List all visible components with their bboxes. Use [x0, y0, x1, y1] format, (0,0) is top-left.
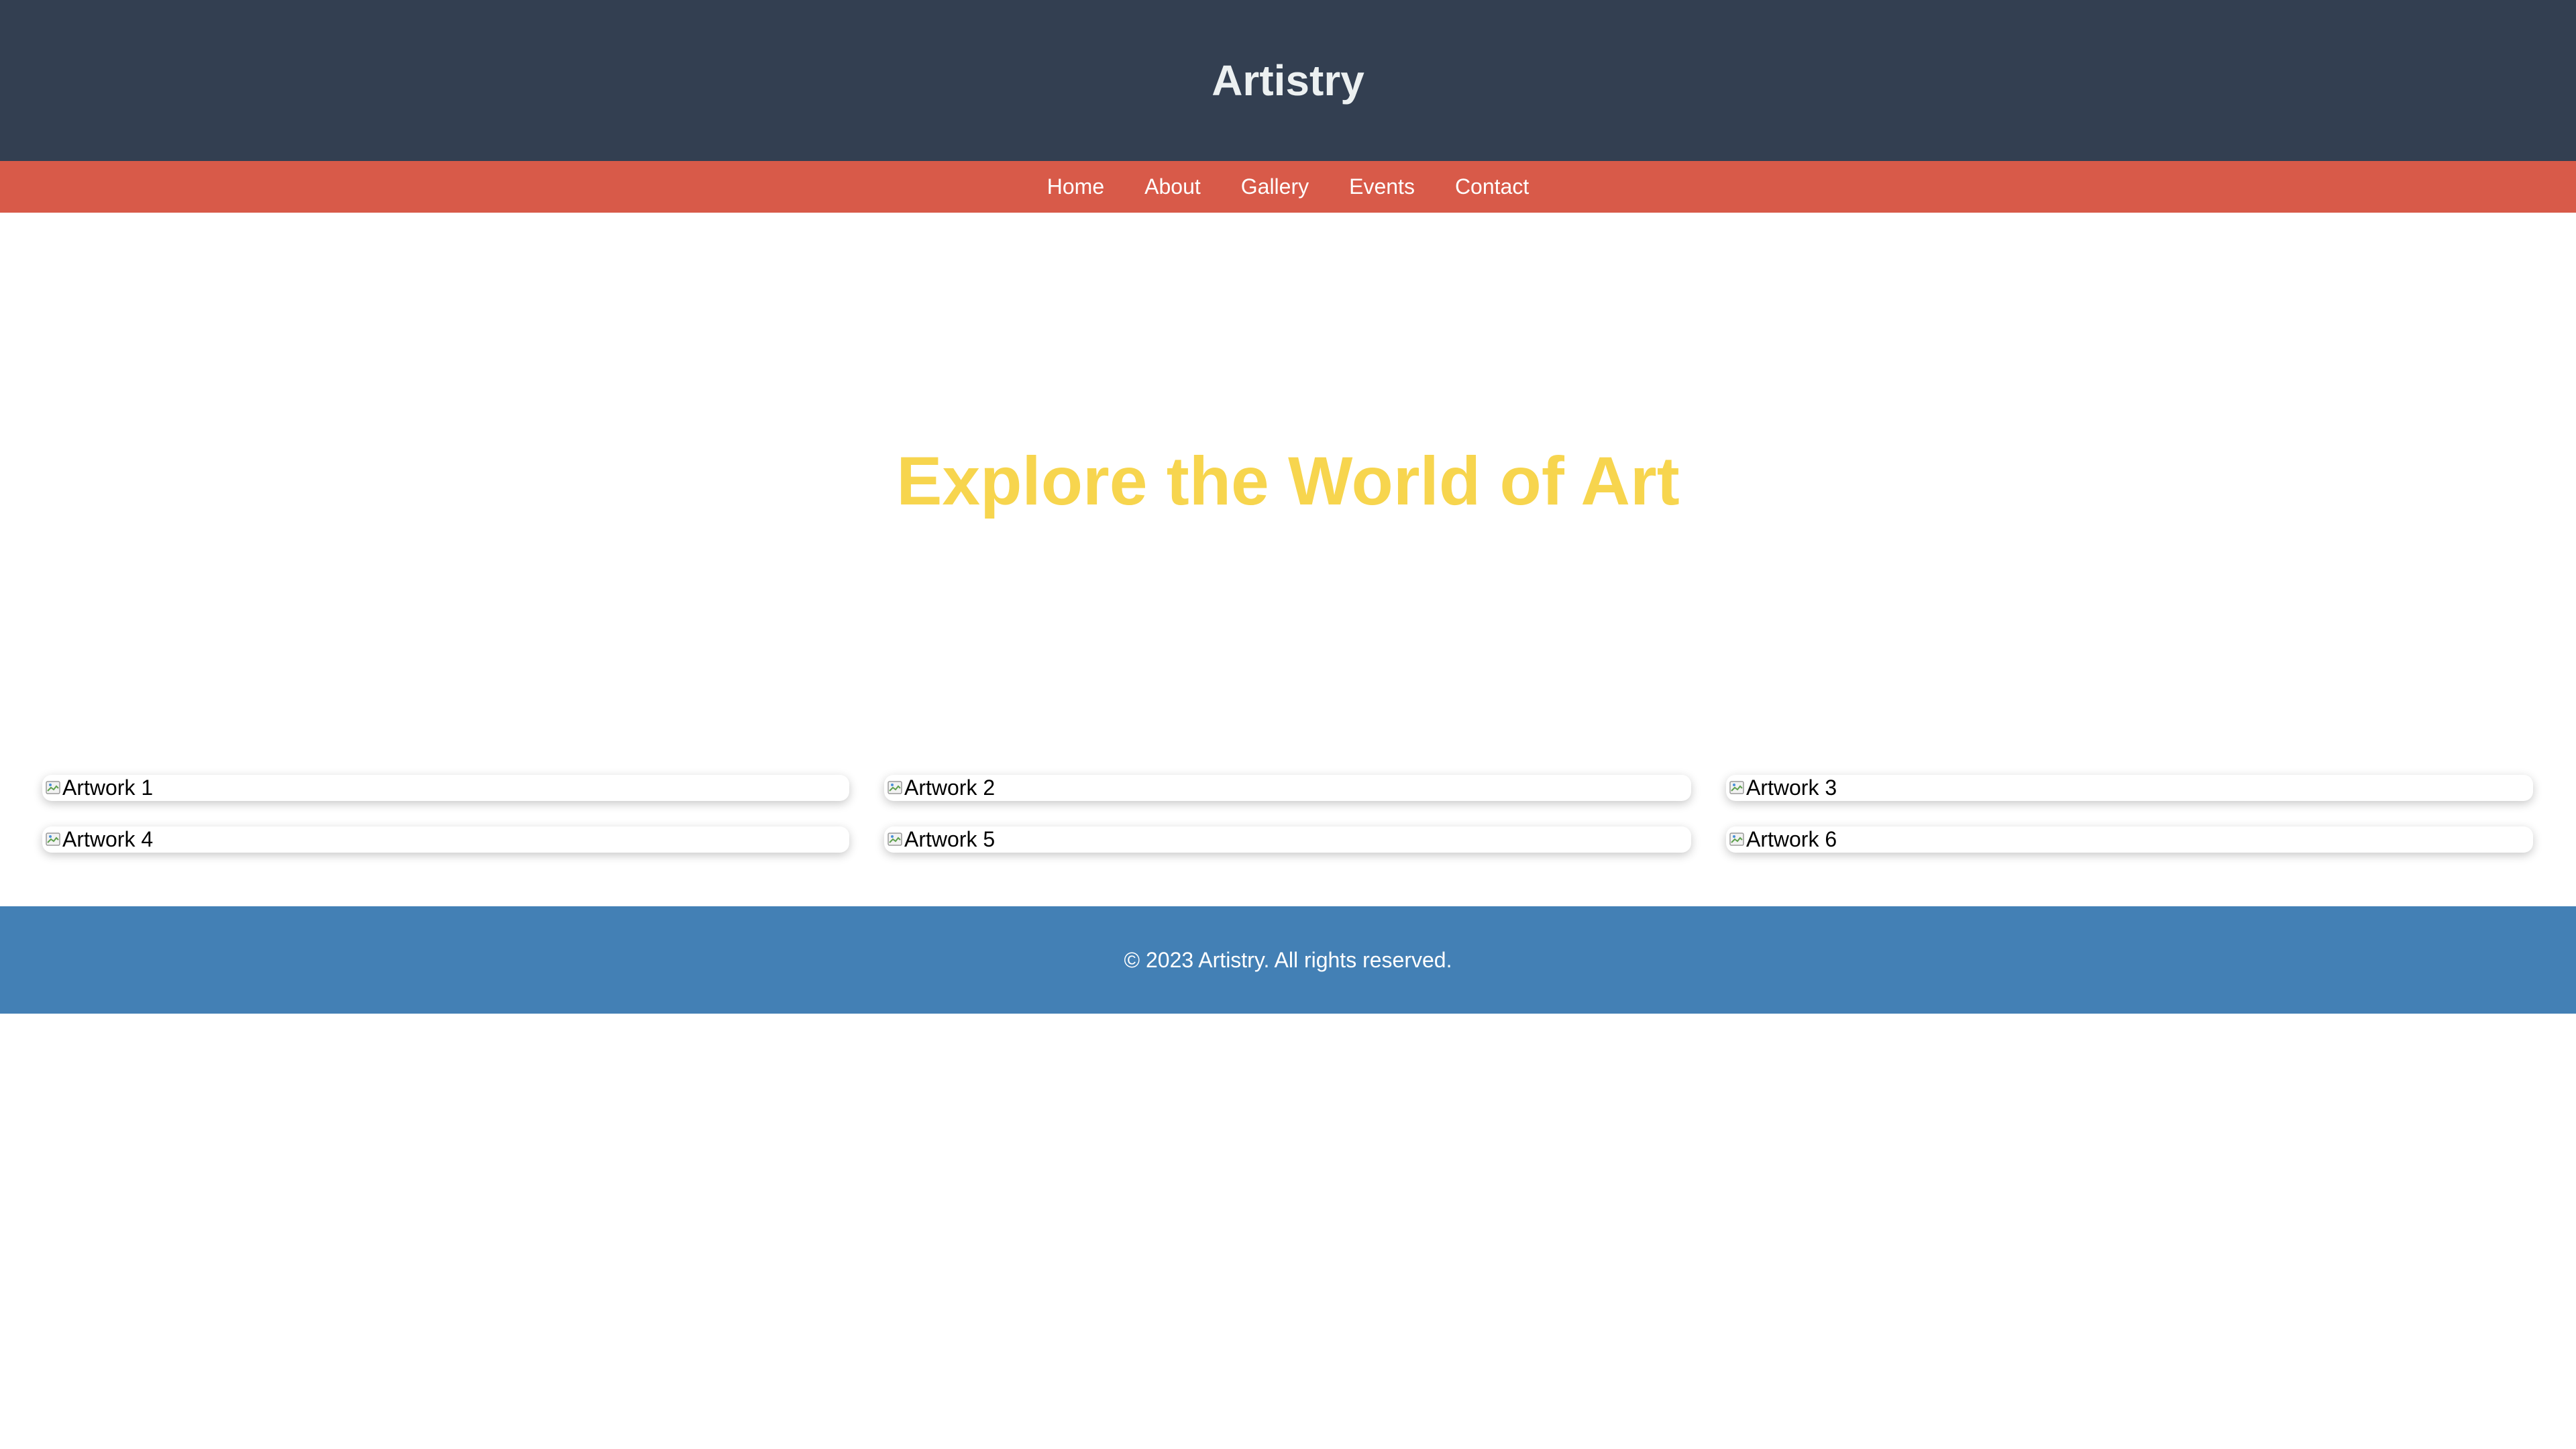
site-footer: © 2023 Artistry. All rights reserved.	[0, 906, 2576, 1014]
artwork-card-3[interactable]: Artwork 3	[1726, 775, 2533, 801]
nav-item-events[interactable]: Events	[1349, 174, 1415, 199]
artwork-card-2[interactable]: Artwork 2	[884, 775, 1691, 801]
artwork-alt-text: Artwork 2	[904, 775, 996, 800]
site-title: Artistry	[1212, 56, 1364, 105]
artwork-alt-text: Artwork 5	[904, 827, 996, 851]
broken-image-icon	[1729, 831, 1746, 849]
hero-title: Explore the World of Art	[896, 442, 1680, 519]
artwork-gallery: Artwork 1 Artwork 2 Artwork 3 Artwork 4 …	[42, 775, 2534, 853]
site-header: Artistry	[0, 0, 2576, 161]
artwork-card-6[interactable]: Artwork 6	[1726, 826, 2533, 853]
artwork-alt-text: Artwork 1	[62, 775, 154, 800]
footer-copyright: © 2023 Artistry. All rights reserved.	[1124, 947, 1452, 972]
hero-section: Explore the World of Art	[0, 213, 2576, 749]
broken-image-icon	[887, 780, 904, 797]
nav-item-gallery[interactable]: Gallery	[1241, 174, 1309, 199]
broken-image-icon	[45, 780, 62, 797]
main-nav: Home About Gallery Events Contact	[0, 161, 2576, 213]
artwork-alt-text: Artwork 6	[1746, 827, 1837, 851]
artwork-alt-text: Artwork 4	[62, 827, 154, 851]
artwork-card-1[interactable]: Artwork 1	[42, 775, 849, 801]
nav-item-contact[interactable]: Contact	[1455, 174, 1529, 199]
nav-item-about[interactable]: About	[1144, 174, 1201, 199]
broken-image-icon	[887, 831, 904, 849]
artwork-card-4[interactable]: Artwork 4	[42, 826, 849, 853]
broken-image-icon	[45, 831, 62, 849]
broken-image-icon	[1729, 780, 1746, 797]
nav-item-home[interactable]: Home	[1047, 174, 1104, 199]
artwork-card-5[interactable]: Artwork 5	[884, 826, 1691, 853]
artwork-alt-text: Artwork 3	[1746, 775, 1837, 800]
